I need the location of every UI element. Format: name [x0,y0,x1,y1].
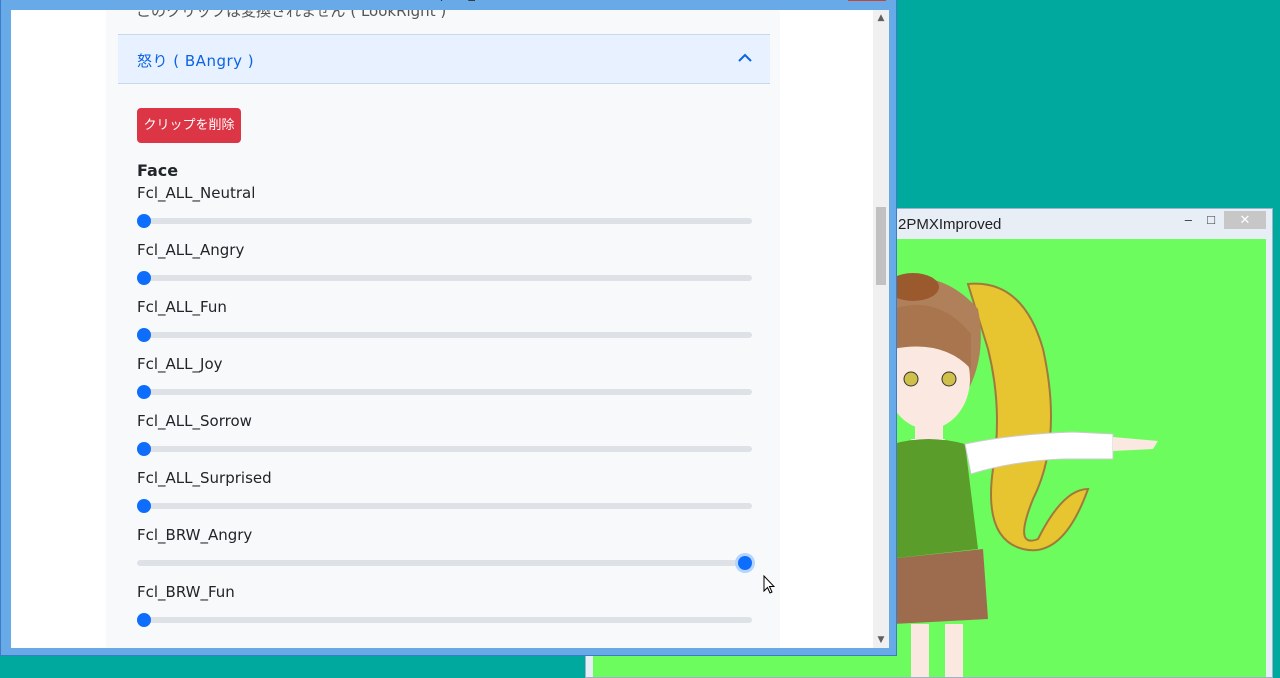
slider-track[interactable] [137,389,752,395]
page-viewport: このクリップは変換されません ( LookRight ) ⌄ 怒り ( BAng… [11,10,889,648]
slider-row: Fcl_ALL_Surprised [137,469,757,526]
slider-track[interactable] [137,560,752,566]
slider-track[interactable] [137,332,752,338]
slider-label: Fcl_BRW_Angry [137,526,253,544]
slider-track[interactable] [137,218,752,224]
slider-thumb[interactable] [137,214,151,228]
slider-label: Fcl_BRW_Fun [137,583,235,601]
slider-label: Fcl_ALL_Fun [137,298,227,316]
clip-editor-panel: このクリップは変換されません ( LookRight ) ⌄ 怒り ( BAng… [106,10,780,648]
slider-row: Fcl_BRW_Angry [137,526,757,583]
vertical-scrollbar[interactable]: ▲ ▼ [873,10,889,648]
slider-thumb[interactable] [137,442,151,456]
slider-track[interactable] [137,503,752,509]
maximize-icon[interactable]: □ [1207,212,1215,227]
viewer-title: 2PMXImproved [898,216,1002,233]
slider-thumb[interactable] [137,499,151,513]
slider-thumb[interactable] [738,556,752,570]
browser-close-icon[interactable] [848,0,886,1]
slider-row: Fcl_ALL_Fun [137,298,757,355]
chevron-up-icon [738,53,752,62]
minimize-icon[interactable]: – [1185,212,1192,227]
slider-track[interactable] [137,617,752,623]
section-title-face: Face [137,161,179,180]
chevron-down-icon: ⌄ [736,10,748,12]
browser-title: vrm2pmx_ui [406,0,487,2]
slider-thumb[interactable] [137,328,151,342]
browser-window: vrm2pmx_ui このクリップは変換されません ( LookRight ) … [0,0,897,656]
scroll-up-icon[interactable]: ▲ [873,10,889,26]
slider-thumb[interactable] [137,613,151,627]
slider-label: Fcl_ALL_Joy [137,355,223,373]
slider-label: Fcl_ALL_Angry [137,241,245,259]
slider-label: Fcl_ALL_Sorrow [137,412,252,430]
scroll-down-icon[interactable]: ▼ [873,632,889,648]
close-icon[interactable]: ✕ [1224,211,1266,229]
slider-row: Fcl_ALL_Sorrow [137,412,757,469]
accordion-item-lookright[interactable]: このクリップは変換されません ( LookRight ) ⌄ [118,10,770,24]
slider-thumb[interactable] [137,271,151,285]
accordion-item-label: このクリップは変換されません ( LookRight ) [136,10,447,20]
accordion-item-label: 怒り ( BAngry ) [137,52,255,70]
slider-row: Fcl_ALL_Joy [137,355,757,412]
mouse-cursor-icon [763,575,775,594]
slider-track[interactable] [137,446,752,452]
scrollbar-thumb[interactable] [876,207,886,285]
slider-thumb[interactable] [137,385,151,399]
accordion-item-bangry[interactable]: 怒り ( BAngry ) [118,34,770,84]
slider-row: Fcl_ALL_Angry [137,241,757,298]
slider-label: Fcl_ALL_Neutral [137,184,256,202]
slider-row: Fcl_ALL_Neutral [137,184,757,241]
slider-label: Fcl_ALL_Surprised [137,469,272,487]
slider-track[interactable] [137,275,752,281]
slider-row: Fcl_BRW_Fun [137,583,757,640]
delete-clip-button[interactable]: クリップを削除 [137,108,241,143]
